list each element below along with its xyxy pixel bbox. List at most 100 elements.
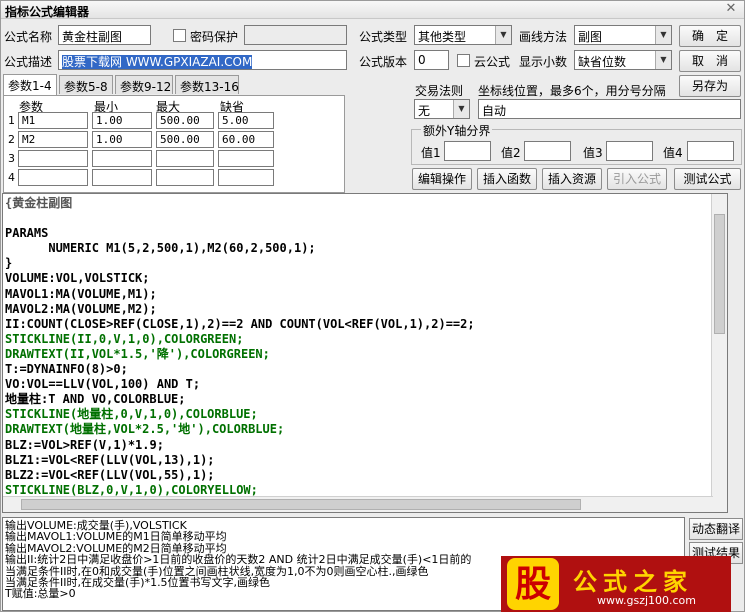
import-formula-button[interactable]: 引入公式 [607, 168, 667, 190]
draw-method-select[interactable]: 副图 ▼ [574, 25, 672, 45]
param-name-cell[interactable]: M2 [18, 131, 88, 148]
formula-desc-input[interactable]: 股票下载网 WWW.GPXIAZAI.COM [58, 50, 347, 70]
chevron-down-icon: ▼ [655, 26, 671, 44]
code-line[interactable]: {黄金柱副图 [5, 196, 475, 211]
formula-name-input[interactable]: 黄金柱副图 [58, 25, 151, 45]
tab-params-9-12[interactable]: 参数9-12 [115, 75, 173, 94]
code-line[interactable]: VO:VOL==LLV(VOL,100) AND T; [5, 377, 475, 392]
scroll-thumb[interactable] [21, 499, 581, 510]
password-input[interactable] [244, 25, 347, 45]
code-line[interactable]: BLZ1:=VOL<REF(LLV(VOL,13),1); [5, 453, 475, 468]
formula-type-select[interactable]: 其他类型 ▼ [414, 25, 512, 45]
code-line[interactable]: DRAWTEXT(地量柱,VOL*2.5,'地'),COLORBLUE; [5, 422, 475, 437]
param-row-num: 4 [8, 171, 15, 184]
y-value-input-1[interactable] [444, 141, 491, 161]
code-line[interactable]: PARAMS [5, 226, 475, 241]
code-line[interactable]: II:COUNT(CLOSE>REF(CLOSE,1),2)==2 AND CO… [5, 317, 475, 332]
password-protect-label: 密码保护 [190, 30, 239, 44]
code-line[interactable]: VOLUME:VOL,VOLSTICK; [5, 271, 475, 286]
formula-version-input[interactable]: 0 [414, 50, 449, 70]
watermark-url: www.gszj100.com [597, 594, 697, 607]
code-line[interactable]: BLZ:=VOL>REF(V,1)*1.9; [5, 438, 475, 453]
param-min-cell[interactable]: 1.00 [92, 131, 152, 148]
decimal-label: 显示小数 [519, 55, 568, 69]
insert-resource-button[interactable]: 插入资源 [542, 168, 602, 190]
y-value-input-4[interactable] [687, 141, 734, 161]
params-panel: 参数 最小 最大 缺省 1 M1 1.00 500.00 5.00 2 M2 1… [3, 95, 345, 193]
coord-line-label: 坐标线位置，最多6个，用分号分隔 [478, 84, 666, 98]
insert-function-button[interactable]: 插入函数 [477, 168, 537, 190]
coord-line-input[interactable]: 自动 [478, 99, 741, 119]
dynamic-translate-button[interactable]: 动态翻译 [689, 518, 743, 540]
param-default-cell[interactable]: 60.00 [218, 131, 274, 148]
code-line[interactable]: T:=DYNAINFO(8)>0; [5, 362, 475, 377]
param-name-cell[interactable] [18, 169, 88, 186]
formula-version-label: 公式版本 [359, 55, 408, 69]
scroll-thumb[interactable] [714, 214, 725, 334]
watermark-name: 公式之家 [573, 567, 693, 596]
y-value-input-2[interactable] [524, 141, 571, 161]
tab-params-13-16[interactable]: 参数13-16 [175, 75, 239, 94]
tab-params-5-8[interactable]: 参数5-8 [59, 75, 113, 94]
formula-desc-label: 公式描述 [4, 55, 53, 69]
chevron-down-icon: ▼ [453, 100, 469, 118]
code-line[interactable]: 地量柱:T AND VO,COLORBLUE; [5, 392, 475, 407]
code-line[interactable]: STICKLINE(地量柱,0,V,1,0),COLORBLUE; [5, 407, 475, 422]
param-default-cell[interactable]: 5.00 [218, 112, 274, 129]
window-title: 指标公式编辑器 [5, 5, 90, 19]
y-value-label-1: 值1 [421, 146, 441, 160]
param-max-cell[interactable]: 500.00 [156, 112, 214, 129]
horizontal-scrollbar[interactable] [3, 496, 713, 512]
param-default-cell[interactable] [218, 150, 274, 167]
param-default-cell[interactable] [218, 169, 274, 186]
decimal-select[interactable]: 缺省位数 ▼ [574, 50, 672, 70]
param-name-cell[interactable] [18, 150, 88, 167]
y-value-label-3: 值3 [583, 146, 603, 160]
draw-method-label: 画线方法 [519, 30, 568, 44]
code-line[interactable]: DRAWTEXT(II,VOL*1.5,'降'),COLORGREEN; [5, 347, 475, 362]
chevron-down-icon: ▼ [655, 51, 671, 69]
tab-params-1-4[interactable]: 参数1-4 [3, 74, 57, 95]
draw-method-value: 副图 [578, 30, 603, 44]
ok-button[interactable]: 确 定 [679, 25, 741, 47]
chevron-down-icon: ▼ [495, 26, 511, 44]
test-formula-button[interactable]: 测试公式 [674, 168, 741, 190]
y-value-label-2: 值2 [501, 146, 521, 160]
param-max-cell[interactable] [156, 150, 214, 167]
save-as-button[interactable]: 另存为 [679, 75, 741, 97]
y-axis-label: 额外Y轴分界 [421, 122, 493, 139]
code-line[interactable]: STICKLINE(II,0,V,1,0),COLORGREEN; [5, 332, 475, 347]
password-protect-checkbox[interactable] [173, 29, 186, 42]
code-line[interactable]: MAVOL1:MA(VOLUME,M1); [5, 287, 475, 302]
trade-rule-label: 交易法则 [415, 84, 464, 98]
param-max-cell[interactable]: 500.00 [156, 131, 214, 148]
code-editor[interactable]: {黄金柱副图 PARAMS NUMERIC M1(5,2,500,1),M2(6… [2, 193, 728, 513]
cancel-button[interactable]: 取 消 [679, 50, 741, 72]
code-line[interactable]: MAVOL2:MA(VOLUME,M2); [5, 302, 475, 317]
title-bar: 指标公式编辑器 ✕ [1, 1, 744, 19]
formula-editor-window: 指标公式编辑器 ✕ 公式名称 黄金柱副图 密码保护 公式类型 其他类型 ▼ 画线… [0, 0, 745, 612]
param-name-cell[interactable]: M1 [18, 112, 88, 129]
param-min-cell[interactable] [92, 150, 152, 167]
watermark-logo: 股 公式之家 www.gszj100.com [501, 556, 731, 612]
edit-operation-button[interactable]: 编辑操作 [412, 168, 472, 190]
code-line[interactable]: } [5, 256, 475, 271]
vertical-scrollbar[interactable] [711, 194, 727, 512]
param-max-cell[interactable] [156, 169, 214, 186]
param-row-num: 3 [8, 152, 15, 165]
close-icon[interactable]: ✕ [722, 1, 740, 18]
cloud-formula-checkbox[interactable] [457, 54, 470, 67]
code-line[interactable]: BLZ2:=VOL<REF(LLV(VOL,55),1); [5, 468, 475, 483]
code-line[interactable]: NUMERIC M1(5,2,500,1),M2(60,2,500,1); [5, 241, 475, 256]
y-value-input-3[interactable] [606, 141, 653, 161]
code-line[interactable] [5, 211, 475, 226]
param-min-cell[interactable] [92, 169, 152, 186]
param-row-num: 2 [8, 133, 15, 146]
param-min-cell[interactable]: 1.00 [92, 112, 152, 129]
logo-badge: 股 [507, 558, 559, 610]
code-content[interactable]: {黄金柱副图 PARAMS NUMERIC M1(5,2,500,1),M2(6… [5, 196, 475, 498]
decimal-value: 缺省位数 [578, 55, 627, 69]
trade-rule-select[interactable]: 无 ▼ [414, 99, 470, 119]
formula-desc-value: 股票下载网 WWW.GPXIAZAI.COM [62, 55, 253, 69]
formula-type-label: 公式类型 [359, 30, 408, 44]
